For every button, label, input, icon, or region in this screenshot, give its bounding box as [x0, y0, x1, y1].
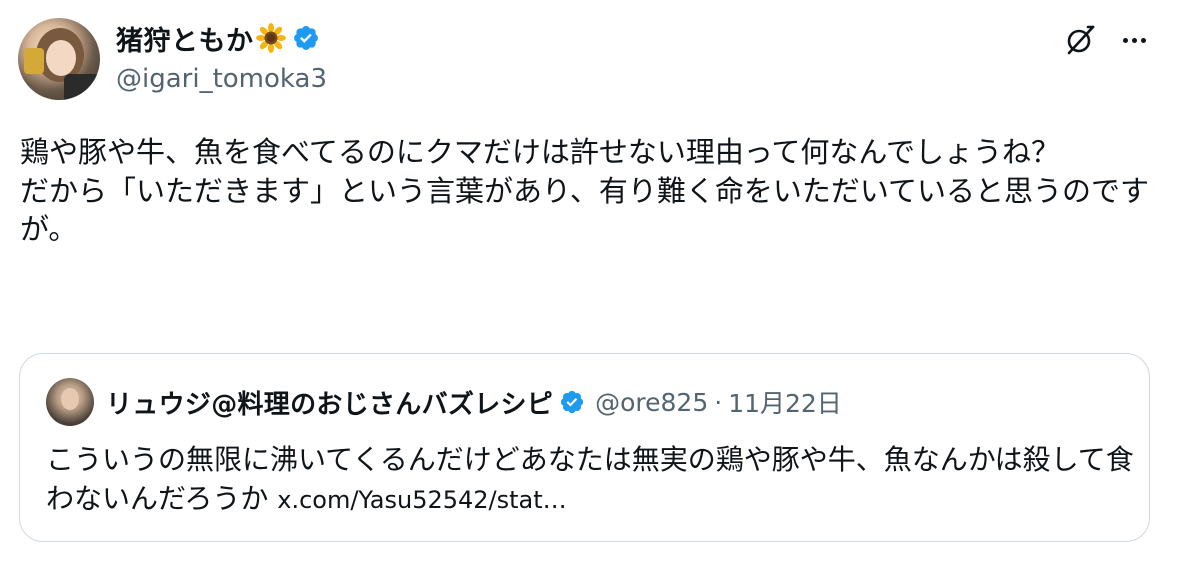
- author-display-name[interactable]: 猪狩ともか: [116, 19, 254, 58]
- quote-text: こういうの無限に沸いてくるんだけどあなたは無実の鶏や豚や牛、魚なんかは殺して食わ…: [46, 443, 1134, 515]
- author-avatar[interactable]: [18, 18, 100, 100]
- author-names: 猪狩ともか @igari_tomoka3: [116, 19, 327, 94]
- tweet-actions: [1062, 22, 1148, 58]
- sunflower-icon: [255, 23, 286, 53]
- quote-author-name: リュウジ@料理のおじさんバズレシピ: [106, 389, 554, 420]
- verified-badge-icon[interactable]: [292, 24, 320, 52]
- more-options-icon[interactable]: [1120, 22, 1148, 58]
- quote-verified-badge-icon: [559, 389, 585, 415]
- tweet-header: 猪狩ともか @igari_tomoka3: [18, 18, 327, 100]
- tweet-text-line-1: 鶏や豚や牛、魚を食べてるのにクマだけは許せない理由って何なんでしょうね？: [20, 135, 1060, 169]
- quote-author-avatar: [46, 378, 94, 426]
- tweet-card: 猪狩ともか @igari_tomoka3 鶏や豚や牛、魚を食べてるのにクマだけは…: [0, 0, 1178, 573]
- quote-link[interactable]: x.com/Yasu52542/stat…: [277, 486, 566, 514]
- quoted-tweet[interactable]: リュウジ@料理のおじさんバズレシピ @ore825 · 11月22日 こういうの…: [19, 353, 1150, 542]
- tweet-body: 鶏や豚や牛、魚を食べてるのにクマだけは許せない理由って何なんでしょうね？ だから…: [20, 133, 1150, 249]
- author-name-row: 猪狩ともか: [116, 19, 327, 58]
- quote-header: リュウジ@料理のおじさんバズレシピ @ore825 · 11月22日: [46, 378, 842, 426]
- quote-body: こういうの無限に沸いてくるんだけどあなたは無実の鶏や豚や牛、魚なんかは殺して食わ…: [46, 440, 1136, 520]
- quote-separator: ·: [714, 387, 723, 417]
- grok-icon[interactable]: [1062, 22, 1098, 58]
- author-handle[interactable]: @igari_tomoka3: [116, 64, 327, 94]
- quote-author-handle: @ore825: [595, 387, 709, 417]
- quote-date: 11月22日: [728, 389, 842, 418]
- tweet-text-line-2: だから「いただきます」という言葉があり、有り難く命をいただいていると思うのですが…: [20, 173, 1149, 247]
